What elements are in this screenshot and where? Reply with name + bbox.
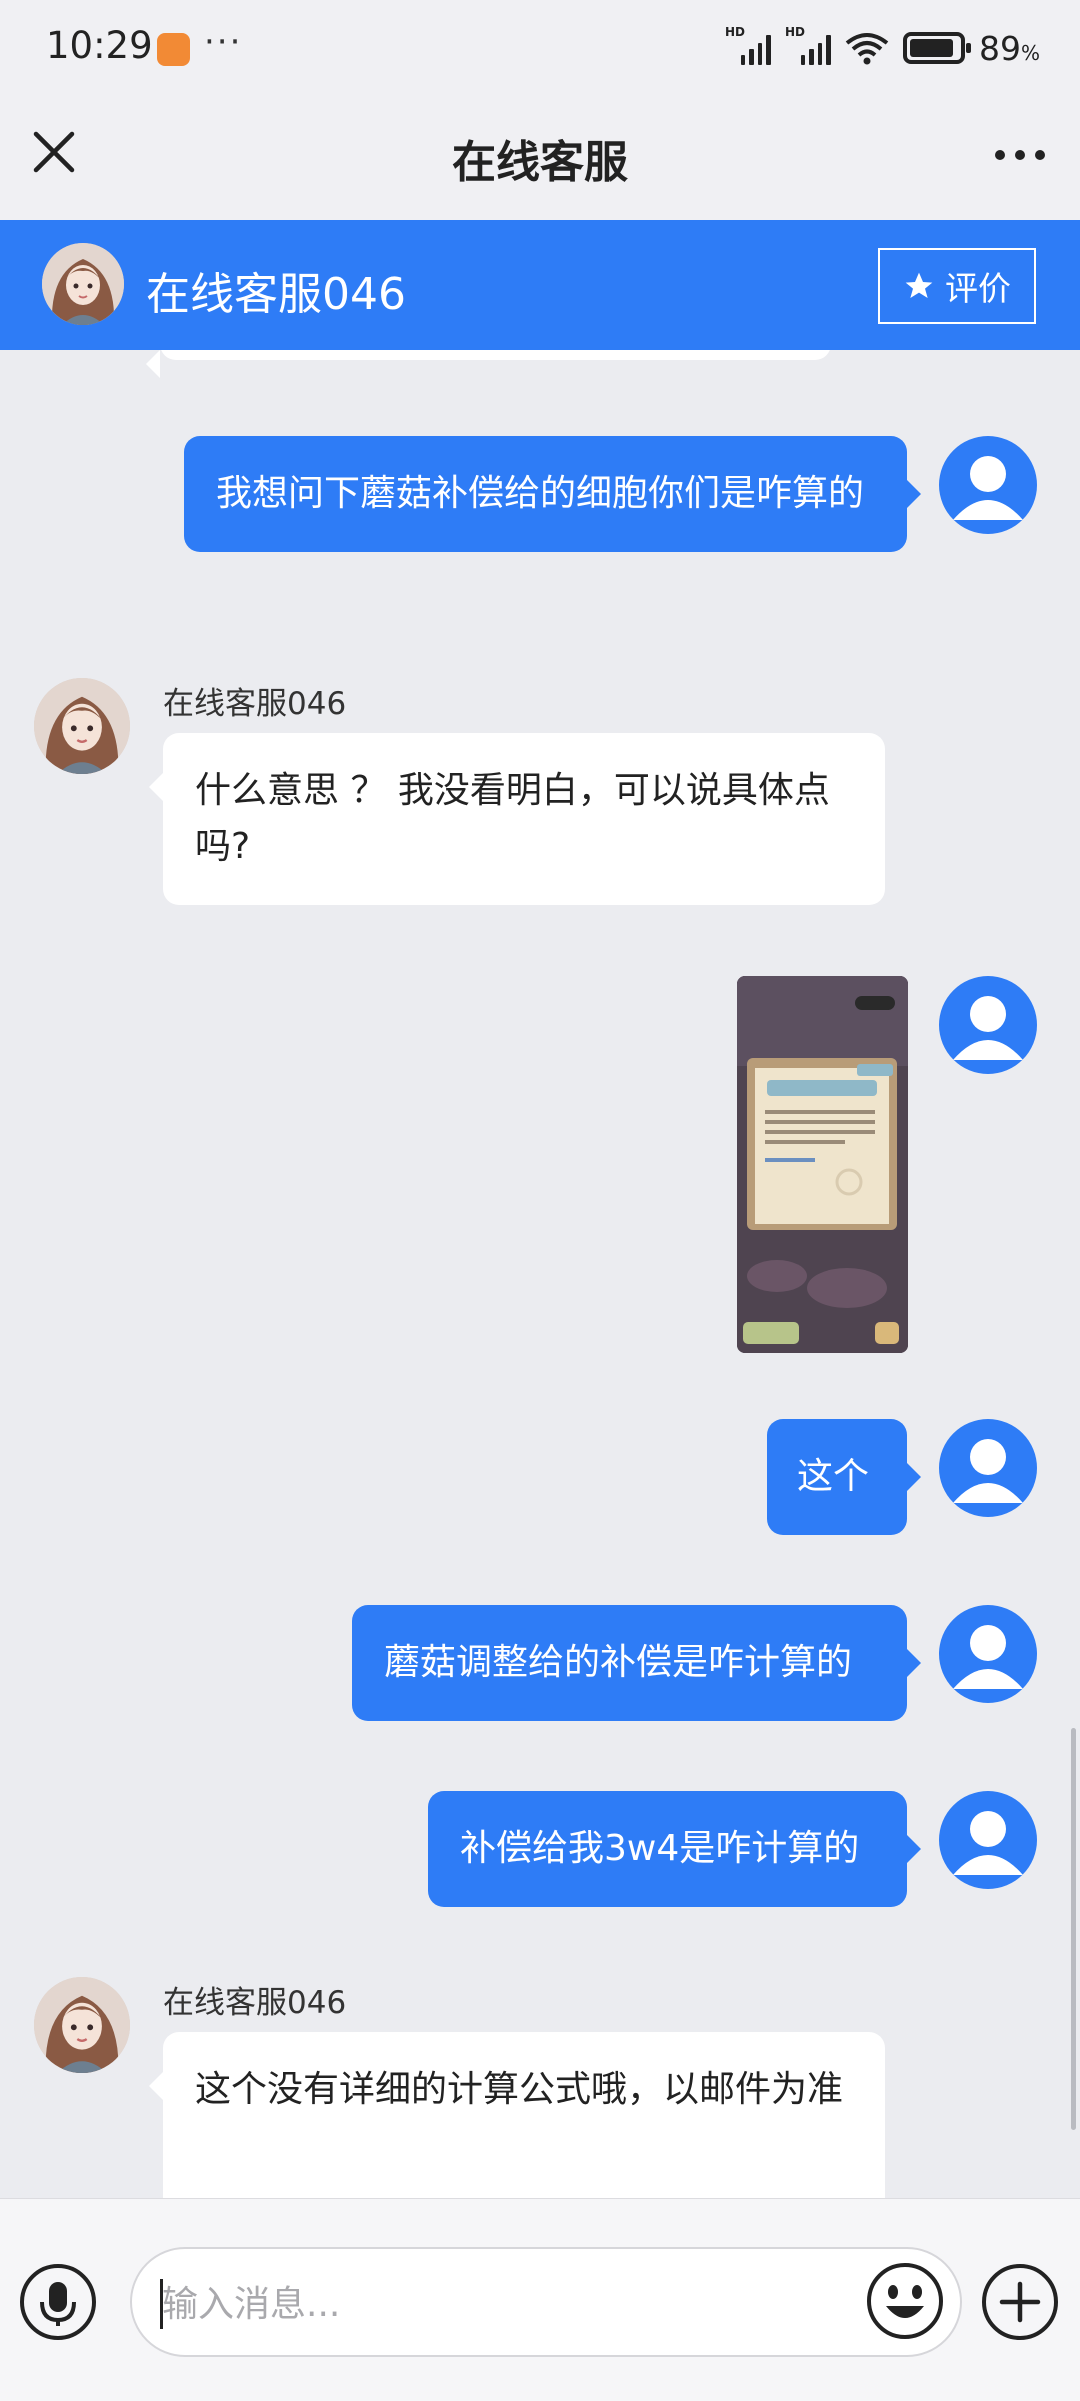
emoji-icon[interactable] xyxy=(866,2262,944,2340)
page-title: 在线客服 xyxy=(452,137,628,188)
message-bubble-partial xyxy=(146,350,831,378)
message-text: 什么意思 ？ 我没看明白，可以说具体点吗? xyxy=(195,770,830,867)
plus-icon xyxy=(999,2281,1041,2323)
message-text: 蘑菇调整给的补偿是咋计算的 xyxy=(384,1642,853,1683)
battery-icon xyxy=(902,32,971,64)
user-avatar[interactable] xyxy=(939,1419,1037,1517)
signal-icon: HD xyxy=(725,25,771,65)
signal-icon: HD xyxy=(785,25,831,65)
add-attachment-button[interactable] xyxy=(982,2264,1058,2340)
app-notification-icon xyxy=(157,33,190,66)
agent-header: 在线客服046 评价 xyxy=(0,220,1080,350)
agent-name: 在线客服046 xyxy=(146,269,406,320)
rate-button[interactable]: 评价 xyxy=(878,248,1036,324)
message-text: 补偿给我3w4是咋计算的 xyxy=(460,1828,860,1869)
message-text: 我想问下蘑菇补偿给的细胞你们是咋算的 xyxy=(216,473,865,514)
message-text: 这个没有详细的计算公式哦，以邮件为准 xyxy=(195,2069,844,2110)
chat-list[interactable]: 我想问下蘑菇补偿给的细胞你们是咋算的 在线客服046 什么意思 ？ 我没看明白，… xyxy=(0,350,1080,2198)
message-text: 这个 xyxy=(797,1456,870,1497)
more-icon[interactable] xyxy=(992,140,1048,170)
user-avatar[interactable] xyxy=(939,436,1037,534)
nav-bar: 在线客服 xyxy=(0,96,1080,220)
wifi-icon xyxy=(845,33,889,65)
status-more-icon: ··· xyxy=(204,22,243,62)
agent-avatar[interactable] xyxy=(42,243,124,325)
agent-avatar[interactable] xyxy=(34,1977,130,2073)
status-indicators: HD HD 89% xyxy=(725,25,1040,68)
microphone-icon xyxy=(40,2282,76,2326)
battery-percent: 89% xyxy=(978,28,1040,68)
message-bubble-outgoing[interactable]: 补偿给我3w4是咋计算的 xyxy=(428,1791,921,1907)
star-icon xyxy=(905,272,933,298)
user-avatar[interactable] xyxy=(939,1791,1037,1889)
rate-label: 评价 xyxy=(945,269,1011,308)
composer-bar xyxy=(0,2198,1080,2401)
message-bubble-incoming[interactable]: 这个没有详细的计算公式哦，以邮件为准 xyxy=(149,2032,885,2198)
agent-avatar[interactable] xyxy=(34,678,130,774)
message-input[interactable] xyxy=(162,2277,862,2331)
status-time: 10:29 xyxy=(46,24,153,67)
chat-scrollbar[interactable] xyxy=(1071,1728,1076,2130)
status-bar: 10:29 ··· HD HD 89% xyxy=(0,0,1080,96)
user-avatar[interactable] xyxy=(939,1605,1037,1703)
image-message[interactable] xyxy=(737,976,908,1353)
user-avatar[interactable] xyxy=(939,976,1037,1074)
message-bubble-outgoing[interactable]: 蘑菇调整给的补偿是咋计算的 xyxy=(352,1605,921,1721)
message-bubble-outgoing[interactable]: 我想问下蘑菇补偿给的细胞你们是咋算的 xyxy=(184,436,921,552)
signal-hd-label: HD xyxy=(724,25,745,39)
sender-name: 在线客服046 xyxy=(163,686,347,722)
voice-button[interactable] xyxy=(20,2264,96,2340)
signal-hd-label: HD xyxy=(784,25,805,39)
message-bubble-incoming[interactable]: 什么意思 ？ 我没看明白，可以说具体点吗? xyxy=(149,733,885,905)
message-bubble-outgoing[interactable]: 这个 xyxy=(767,1419,921,1535)
message-input-container[interactable] xyxy=(130,2247,962,2357)
sender-name: 在线客服046 xyxy=(163,1985,347,2021)
